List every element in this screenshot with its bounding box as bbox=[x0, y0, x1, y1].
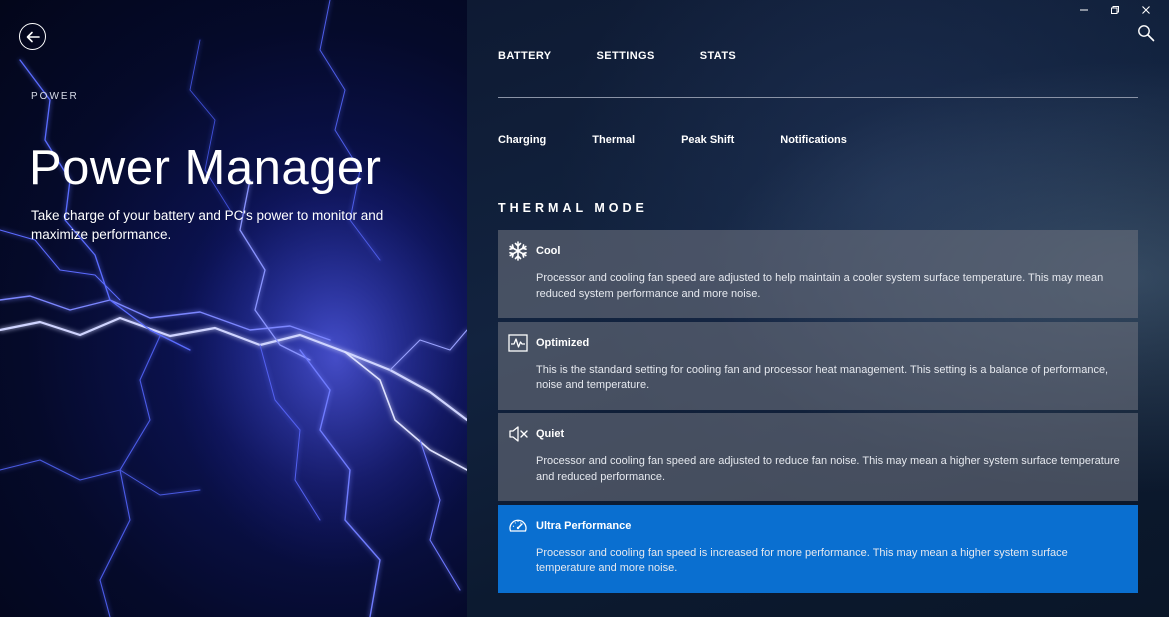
speaker-mute-icon bbox=[509, 426, 528, 442]
tab-settings[interactable]: SETTINGS bbox=[597, 50, 655, 62]
mode-name: Ultra Performance bbox=[536, 519, 632, 532]
tabs-divider bbox=[498, 97, 1138, 98]
tab-battery[interactable]: BATTERY bbox=[498, 50, 552, 62]
mode-name: Quiet bbox=[536, 428, 565, 440]
mode-name: Optimized bbox=[536, 336, 590, 349]
main-content: BATTERY SETTINGS STATS Charging Thermal … bbox=[467, 0, 1169, 617]
close-icon bbox=[1141, 6, 1150, 14]
arrow-left-icon bbox=[26, 31, 40, 42]
mode-option-cool[interactable]: Cool Processor and cooling fan speed are… bbox=[498, 230, 1138, 318]
window-controls bbox=[1068, 3, 1161, 17]
subtab-notifications[interactable]: Notifications bbox=[780, 134, 847, 146]
mode-option-ultra-performance[interactable]: Ultra Performance Processor and cooling … bbox=[498, 504, 1138, 593]
sub-tab-bar: Charging Thermal Peak Shift Notification… bbox=[498, 134, 847, 146]
mode-option-quiet[interactable]: Quiet Processor and cooling fan speed ar… bbox=[498, 413, 1138, 501]
restore-icon bbox=[1110, 6, 1119, 14]
subtab-thermal[interactable]: Thermal bbox=[592, 134, 635, 146]
page-title: Power Manager bbox=[29, 141, 382, 195]
speedometer-icon bbox=[509, 519, 527, 532]
mode-description: Processor and cooling fan speed are adju… bbox=[536, 272, 1104, 300]
section-eyebrow: POWER bbox=[31, 91, 79, 102]
back-button[interactable] bbox=[19, 23, 46, 50]
main-tab-bar: BATTERY SETTINGS STATS bbox=[498, 50, 781, 62]
section-title: THERMAL MODE bbox=[498, 201, 648, 215]
mode-description: Processor and cooling fan speed are adju… bbox=[536, 455, 1120, 483]
mode-description: This is the standard setting for cooling… bbox=[536, 363, 1109, 392]
subtab-charging[interactable]: Charging bbox=[498, 134, 546, 146]
subtab-peak-shift[interactable]: Peak Shift bbox=[681, 134, 734, 146]
search-icon bbox=[1138, 25, 1155, 42]
tab-stats[interactable]: STATS bbox=[700, 50, 736, 62]
mode-option-optimized[interactable]: Optimized This is the standard setting f… bbox=[498, 321, 1138, 410]
mode-name: Cool bbox=[536, 245, 561, 257]
thermal-mode-list: Cool Processor and cooling fan speed are… bbox=[498, 230, 1138, 596]
restore-button[interactable] bbox=[1099, 3, 1130, 17]
minimize-icon bbox=[1079, 9, 1088, 11]
pulse-monitor-icon bbox=[508, 333, 528, 352]
page-description: Take charge of your battery and PC's pow… bbox=[31, 208, 384, 242]
mode-description: Processor and cooling fan speed is incre… bbox=[536, 546, 1068, 575]
snowflake-icon bbox=[509, 241, 527, 261]
search-button[interactable] bbox=[1137, 24, 1155, 42]
minimize-button[interactable] bbox=[1068, 3, 1099, 17]
close-button[interactable] bbox=[1130, 3, 1161, 17]
hero-panel: POWER Power Manager Take charge of your … bbox=[0, 0, 467, 617]
